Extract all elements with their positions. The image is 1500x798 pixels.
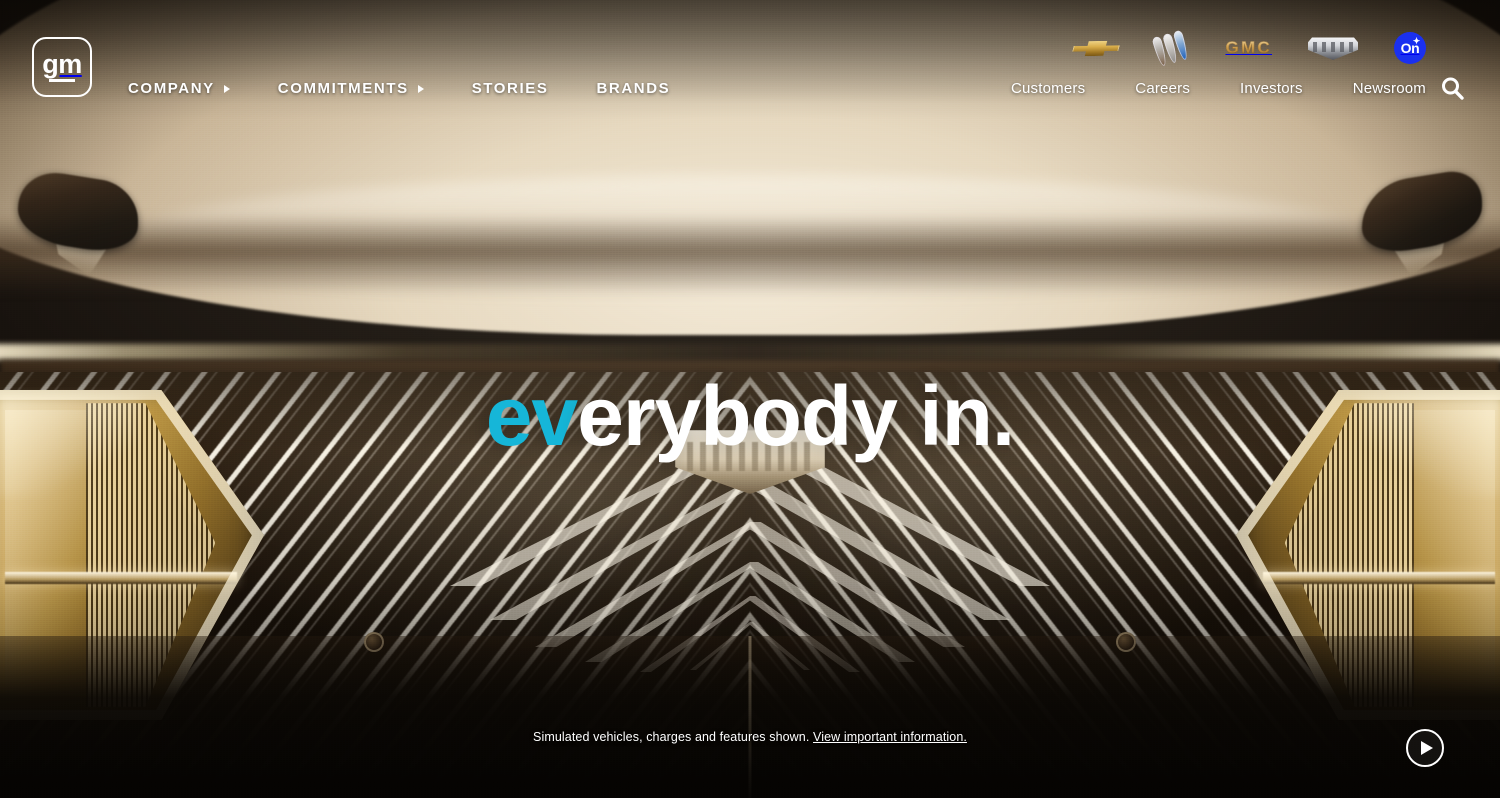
gm-logo-underline	[49, 79, 75, 82]
site-header: gm COMPANY COMMITMENTS STORIES BRANDS GM…	[0, 0, 1500, 120]
cadillac-crest-icon	[1308, 36, 1358, 60]
utility-link-careers[interactable]: Careers	[1135, 80, 1190, 97]
nav-label-commitments: COMMITMENTS	[277, 80, 409, 97]
brand-logo-bar: GMC On ✦	[1073, 29, 1426, 68]
gm-logo[interactable]: gm	[32, 37, 92, 97]
caret-right-icon	[417, 84, 424, 93]
onstar-icon: On ✦	[1394, 32, 1426, 64]
nav-item-commitments[interactable]: COMMITMENTS	[278, 80, 424, 97]
nav-label-company: COMPANY	[128, 80, 215, 97]
hero-headline: everybody in.	[0, 374, 1500, 458]
buick-trishield-icon	[1151, 28, 1194, 68]
search-icon	[1442, 77, 1464, 100]
play-video-button[interactable]	[1406, 729, 1444, 767]
brand-logo-buick[interactable]	[1151, 29, 1191, 68]
chevrolet-bowtie-icon	[1073, 40, 1119, 57]
primary-navigation: COMPANY COMMITMENTS STORIES BRANDS	[128, 80, 718, 97]
nav-label-stories: STORIES	[471, 80, 549, 97]
utility-link-customers[interactable]: Customers	[1011, 80, 1085, 97]
hero-headline-rest: erybody in.	[577, 369, 1015, 463]
nav-item-stories[interactable]: STORIES	[472, 80, 549, 97]
hero-disclaimer: Simulated vehicles, charges and features…	[0, 730, 1500, 744]
brand-logo-chevrolet[interactable]	[1073, 31, 1119, 65]
play-icon	[1421, 741, 1433, 755]
onstar-star-icon: ✦	[1412, 36, 1421, 46]
brand-logo-onstar[interactable]: On ✦	[1394, 31, 1426, 65]
disclaimer-text: Simulated vehicles, charges and features…	[533, 730, 810, 744]
brand-logo-gmc[interactable]: GMC	[1225, 31, 1272, 65]
gmc-wordmark-icon: GMC	[1225, 38, 1272, 57]
gm-logo-text: gm	[42, 49, 82, 79]
page-root: gm COMPANY COMMITMENTS STORIES BRANDS GM…	[0, 0, 1500, 798]
caret-right-icon	[223, 84, 230, 93]
brand-logo-cadillac[interactable]	[1308, 31, 1358, 65]
nav-item-brands[interactable]: BRANDS	[596, 80, 670, 97]
utility-navigation: Customers Careers Investors Newsroom	[1011, 80, 1426, 97]
hero-headline-accent: ev	[485, 369, 578, 463]
nav-item-company[interactable]: COMPANY	[128, 80, 230, 97]
utility-link-newsroom[interactable]: Newsroom	[1353, 80, 1426, 97]
disclaimer-link[interactable]: View important information.	[813, 730, 967, 744]
search-button[interactable]	[1438, 74, 1468, 104]
nav-label-brands: BRANDS	[596, 80, 671, 97]
utility-link-investors[interactable]: Investors	[1240, 80, 1303, 97]
